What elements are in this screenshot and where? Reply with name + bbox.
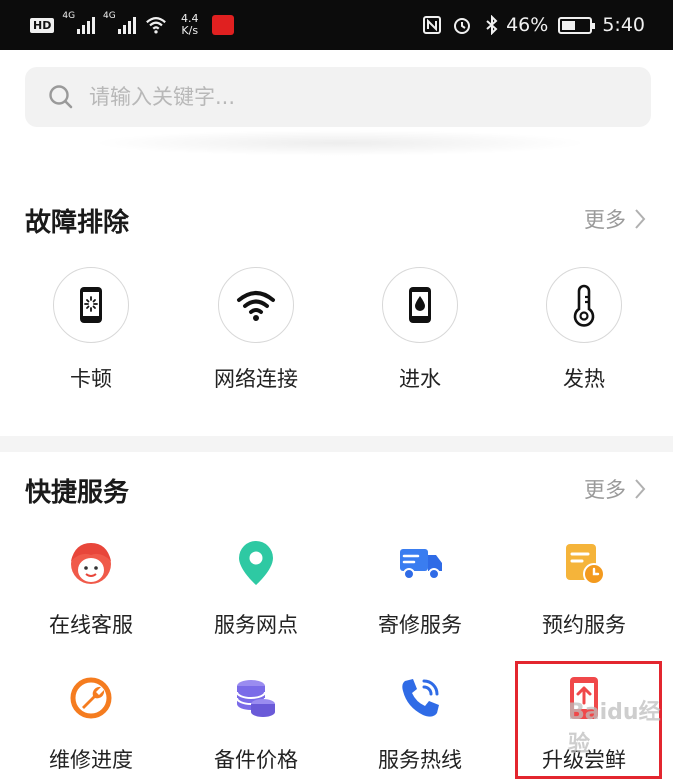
- battery-icon: [558, 16, 596, 34]
- service-item-service-outlets[interactable]: 服务网点: [181, 537, 331, 639]
- coins-icon: [230, 672, 282, 724]
- service-label: 寄修服务: [378, 613, 462, 637]
- service-label: 在线客服: [49, 613, 133, 637]
- service-item-repair-progress[interactable]: 维修进度: [16, 672, 166, 774]
- search-input[interactable]: [89, 85, 609, 109]
- signal-icon: [117, 16, 136, 34]
- thermometer-icon: [573, 284, 595, 327]
- hd-badge: HD: [30, 17, 55, 33]
- icon-circle: [546, 267, 622, 343]
- troubleshoot-item-network[interactable]: 网络连接: [181, 267, 331, 393]
- wifi-icon: [237, 291, 275, 321]
- troubleshoot-label: 进水: [399, 367, 441, 391]
- battery-percent: 46%: [506, 14, 549, 36]
- service-item-appointment[interactable]: 预约服务: [509, 537, 659, 639]
- chevron-right-icon: [635, 209, 646, 229]
- more-label: 更多: [584, 478, 626, 502]
- phone-water-icon: [409, 287, 431, 323]
- troubleshoot-title: 故障排除: [25, 208, 130, 238]
- service-label: 服务网点: [214, 613, 298, 637]
- search-shadow: [90, 130, 590, 156]
- service-item-hotline[interactable]: 服务热线: [345, 672, 495, 774]
- service-label: 维修进度: [49, 748, 133, 772]
- status-bar: HD 4G 4G 4.4 K/s 46% 5:40: [0, 0, 673, 50]
- icon-circle: [382, 267, 458, 343]
- location-pin-icon: [230, 537, 282, 589]
- phone-call-icon: [394, 672, 446, 724]
- service-label: 预约服务: [542, 613, 626, 637]
- clock: 5:40: [602, 14, 645, 36]
- alarm-icon: [454, 18, 471, 34]
- icon-circle: [218, 267, 294, 343]
- quick-services-title: 快捷服务: [25, 478, 130, 508]
- troubleshoot-item-lag[interactable]: 卡顿: [16, 267, 166, 393]
- service-item-mail-in-repair[interactable]: 寄修服务: [345, 537, 495, 639]
- network-type-2: 4G: [103, 11, 116, 21]
- troubleshoot-label: 发热: [563, 367, 605, 391]
- search-icon: [49, 85, 73, 109]
- network-type-1: 4G: [62, 11, 76, 21]
- watermark: Baidu经验: [568, 700, 661, 757]
- troubleshoot-item-water[interactable]: 进水: [345, 267, 495, 393]
- nfc-icon: [423, 16, 442, 34]
- service-label: 服务热线: [378, 748, 462, 772]
- bluetooth-icon: [486, 15, 498, 35]
- troubleshoot-label: 卡顿: [70, 367, 112, 391]
- app-notification-icon: [211, 15, 234, 35]
- phone-lag-icon: [80, 287, 102, 323]
- signal-icon: [77, 16, 96, 34]
- appointment-icon: [558, 537, 610, 589]
- section-divider: [0, 436, 673, 452]
- service-item-online-support[interactable]: 在线客服: [16, 537, 166, 639]
- troubleshoot-item-heat[interactable]: 发热: [509, 267, 659, 393]
- wrench-icon: [65, 672, 117, 724]
- icon-circle: [53, 267, 129, 343]
- search-bar[interactable]: [25, 67, 651, 127]
- quick-services-more-link[interactable]: 更多: [584, 474, 646, 504]
- customer-service-icon: [65, 537, 117, 589]
- troubleshoot-more-link[interactable]: 更多: [584, 204, 646, 234]
- delivery-truck-icon: [394, 537, 446, 589]
- wifi-status-icon: [145, 17, 166, 34]
- troubleshoot-label: 网络连接: [214, 367, 298, 391]
- service-label: 备件价格: [214, 748, 298, 772]
- service-item-parts-price[interactable]: 备件价格: [181, 672, 331, 774]
- chevron-right-icon: [635, 479, 646, 499]
- more-label: 更多: [584, 208, 626, 232]
- network-speed: 4.4 K/s: [181, 12, 199, 37]
